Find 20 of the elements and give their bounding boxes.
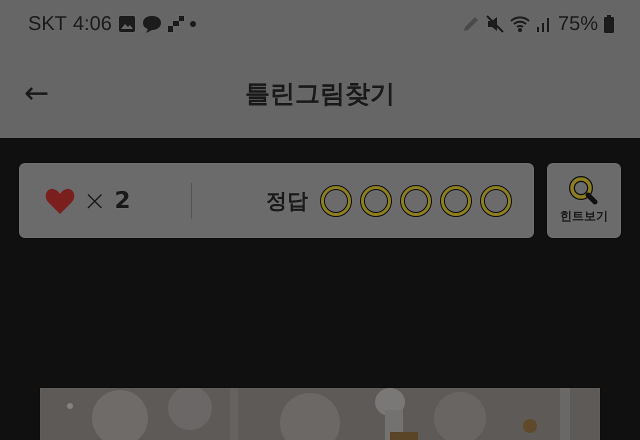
carrier-text: SKT [28,12,67,36]
back-button[interactable]: ← [20,76,54,110]
dot-icon [190,21,196,27]
chat-bubble-icon [142,15,162,33]
battery-text: 75% [558,12,598,36]
heart-icon [45,188,75,214]
mute-icon [486,15,504,33]
battery-icon [604,15,614,33]
magnifier-icon [568,176,600,206]
image-icon [118,15,136,33]
multiply-sign: × [83,184,106,217]
stairs-icon [168,16,184,32]
signal-icon [536,16,552,32]
clock-text: 4:06 [72,12,112,36]
lives-count: 2 [114,188,130,214]
pencil-icon [462,15,480,33]
hint-button[interactable]: 힌트보기 [547,163,621,238]
page-title: 틀린그림찾기 [245,78,395,110]
answer-label: 정답 [266,188,308,214]
wifi-icon [510,15,530,33]
